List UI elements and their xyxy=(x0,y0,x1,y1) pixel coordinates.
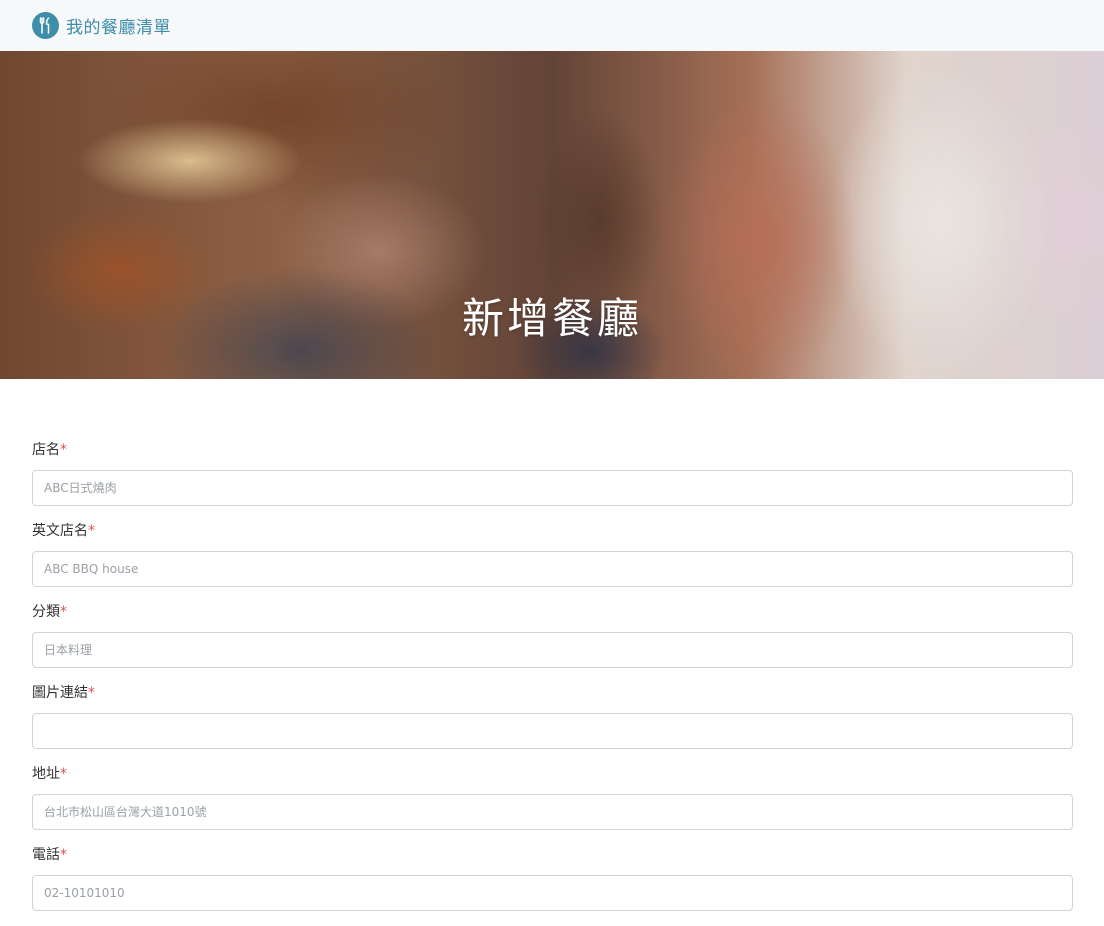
required-mark: * xyxy=(60,442,67,458)
location-label-text: 地址 xyxy=(32,766,60,782)
form-group-image: 圖片連結* xyxy=(32,683,1073,749)
name-en-label-text: 英文店名 xyxy=(32,523,88,539)
phone-label-text: 電話 xyxy=(32,847,60,863)
form-group-name-en: 英文店名* xyxy=(32,521,1073,587)
category-input[interactable] xyxy=(32,632,1073,668)
form-group-location: 地址* xyxy=(32,764,1073,830)
category-label-text: 分類 xyxy=(32,604,60,620)
name-input[interactable] xyxy=(32,470,1073,506)
location-label: 地址* xyxy=(32,764,1073,785)
category-label: 分類* xyxy=(32,602,1073,623)
form-group-name: 店名* xyxy=(32,440,1073,506)
required-mark: * xyxy=(88,523,95,539)
page-title: 新增餐廳 xyxy=(461,294,642,343)
brand-link[interactable]: 我的餐廳清單 xyxy=(32,12,171,39)
required-mark: * xyxy=(60,766,67,782)
brand-title: 我的餐廳清單 xyxy=(66,18,171,38)
top-navbar: 我的餐廳清單 xyxy=(0,0,1104,51)
name-label-text: 店名 xyxy=(32,442,60,458)
image-url-input[interactable] xyxy=(32,713,1073,749)
form-group-category: 分類* xyxy=(32,602,1073,668)
utensils-icon xyxy=(32,12,59,39)
location-input[interactable] xyxy=(32,794,1073,830)
required-mark: * xyxy=(88,685,95,701)
name-label: 店名* xyxy=(32,440,1073,461)
required-mark: * xyxy=(60,604,67,620)
name-en-label: 英文店名* xyxy=(32,521,1073,542)
phone-label: 電話* xyxy=(32,845,1073,866)
name-en-input[interactable] xyxy=(32,551,1073,587)
form-group-phone: 電話* xyxy=(32,845,1073,911)
hero-banner: 新增餐廳 xyxy=(0,51,1104,379)
image-label: 圖片連結* xyxy=(32,683,1073,704)
image-label-text: 圖片連結 xyxy=(32,685,88,701)
new-restaurant-form: 店名* 英文店名* 分類* 圖片連結* 地址* 電話* xyxy=(32,440,1073,926)
phone-input[interactable] xyxy=(32,875,1073,911)
required-mark: * xyxy=(60,847,67,863)
